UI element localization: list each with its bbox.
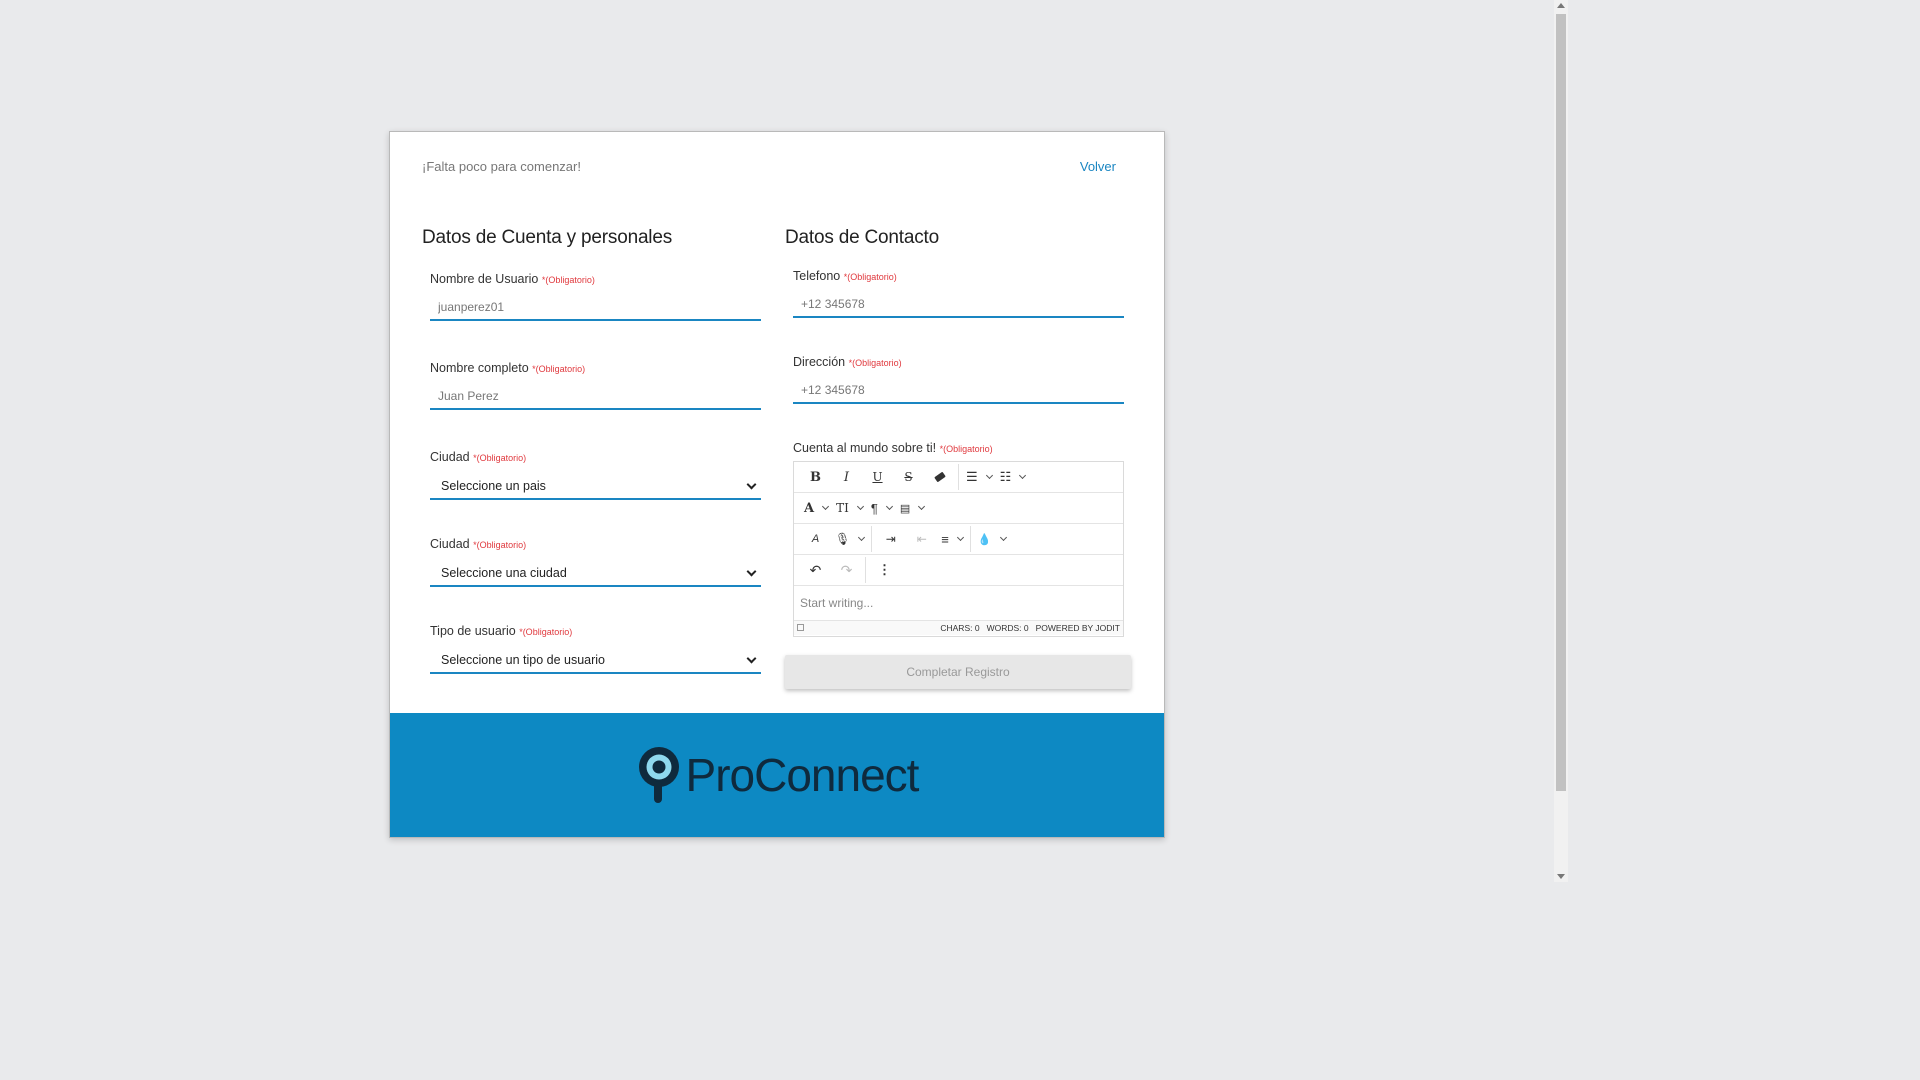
editor-toolbar-row-3: A 🎙 ⇥ ⇤ ≡ 💧 — [794, 524, 1123, 555]
contact-section: Datos de Contacto Telefono *(Obligatorio… — [785, 227, 1135, 689]
redo-icon[interactable]: ↷ — [831, 555, 862, 586]
bullet-list-icon[interactable]: ☰ — [962, 462, 996, 493]
editor-toolbar-row-2: A TI ¶ ▤ — [794, 493, 1123, 524]
editor-toolbar-row-1: B I U S ☰ ☷ — [794, 462, 1123, 493]
usertype-select[interactable]: Seleccione un tipo de usuario — [430, 648, 761, 674]
phone-label: Telefono — [793, 269, 841, 283]
required-marker: *(Obligatorio) — [519, 627, 573, 637]
editor-powered-by: POWERED BY JODIT — [1035, 623, 1120, 633]
username-label: Nombre de Usuario — [430, 272, 539, 286]
city-label: Ciudad — [430, 537, 470, 551]
indent-icon[interactable]: ⇥ — [875, 524, 906, 555]
strikethrough-icon[interactable]: S — [893, 462, 924, 493]
undo-icon[interactable]: ↶ — [800, 555, 831, 586]
about-label: Cuenta al mundo sobre ti! — [793, 441, 937, 455]
location-pin-icon — [638, 747, 679, 803]
city-select-value: Seleccione una ciudad — [441, 566, 567, 580]
usertype-select-value: Seleccione un tipo de usuario — [441, 653, 606, 667]
eraser-icon[interactable] — [924, 462, 955, 493]
country-label: Ciudad — [430, 450, 470, 464]
country-select[interactable]: Seleccione un pais — [430, 474, 761, 500]
editor-char-count: CHARS: 0 — [940, 623, 980, 633]
country-select-value: Seleccione un pais — [441, 479, 546, 493]
font-size-icon[interactable]: TI — [832, 493, 867, 524]
username-input[interactable] — [430, 295, 761, 321]
username-field: Nombre de Usuario *(Obligatorio) — [430, 272, 761, 321]
registration-card: ¡Falta poco para comenzar! Volver Datos … — [389, 131, 1165, 838]
required-marker: *(Obligatorio) — [532, 364, 586, 374]
brand-name: ProConnect — [685, 749, 920, 801]
italic-icon[interactable]: I — [831, 462, 862, 493]
phone-input[interactable] — [793, 292, 1124, 318]
required-marker: *(Obligatorio) — [541, 275, 595, 285]
proconnect-logo: ProConnect — [636, 745, 919, 805]
align-icon[interactable]: ≡ — [937, 524, 967, 555]
chevron-down-icon — [746, 653, 757, 663]
required-marker: *(Obligatorio) — [473, 540, 527, 550]
spellcheck-icon[interactable]: A — [800, 524, 831, 555]
numbered-list-icon[interactable]: ☷ — [996, 462, 1030, 493]
address-label: Dirección — [793, 355, 846, 369]
brand-footer: ProConnect — [390, 713, 1164, 837]
fullname-input[interactable] — [430, 384, 761, 410]
more-options-icon[interactable]: ⋮ — [869, 555, 900, 586]
chevron-down-icon — [746, 479, 757, 489]
scrollbar-thumb[interactable] — [1556, 14, 1566, 791]
editor-status-bar: CHARS: 0 WORDS: 0 POWERED BY JODIT — [794, 620, 1123, 635]
card-subtitle: ¡Falta poco para comenzar! — [422, 159, 581, 174]
address-field: Dirección *(Obligatorio) — [793, 355, 1124, 404]
resize-handle-icon[interactable] — [797, 624, 804, 631]
paragraph-icon[interactable]: ¶ — [867, 493, 896, 524]
complete-registration-button[interactable]: Completar Registro — [785, 655, 1131, 689]
page-scrollbar[interactable] — [1554, 0, 1568, 882]
color-drop-icon[interactable]: 💧 — [974, 524, 1010, 555]
scroll-down-icon[interactable] — [1557, 874, 1565, 879]
line-height-icon[interactable]: ▤ — [896, 493, 928, 524]
account-section: Datos de Cuenta y personales Nombre de U… — [422, 227, 762, 674]
editor-word-count: WORDS: 0 — [986, 623, 1029, 633]
fullname-field: Nombre completo *(Obligatorio) — [430, 361, 761, 410]
required-marker: *(Obligatorio) — [848, 358, 902, 368]
bold-icon[interactable]: B — [800, 462, 831, 493]
city-select[interactable]: Seleccione una ciudad — [430, 561, 761, 587]
editor-content-area[interactable]: Start writing... — [794, 586, 1123, 620]
required-marker: *(Obligatorio) — [843, 272, 897, 282]
rich-text-editor: B I U S ☰ ☷ A TI ¶ ▤ A 🎙 ⇥ ⇤ ≡ 💧 ↶ ↷ ⋮ S… — [793, 461, 1124, 637]
required-marker: *(Obligatorio) — [939, 444, 993, 454]
back-link[interactable]: Volver — [1080, 159, 1116, 174]
about-label-row: Cuenta al mundo sobre ti! *(Obligatorio) — [793, 441, 993, 455]
editor-toolbar-row-4: ↶ ↷ ⋮ — [794, 555, 1123, 586]
address-input[interactable] — [793, 378, 1124, 404]
contact-section-title: Datos de Contacto — [785, 227, 939, 248]
fullname-label: Nombre completo — [430, 361, 529, 375]
chevron-down-icon — [746, 566, 757, 576]
font-icon[interactable]: A — [800, 493, 832, 524]
microphone-icon[interactable]: 🎙 — [831, 524, 868, 555]
usertype-field: Tipo de usuario *(Obligatorio) Seleccion… — [430, 624, 761, 674]
usertype-label: Tipo de usuario — [430, 624, 516, 638]
phone-field: Telefono *(Obligatorio) — [793, 269, 1124, 318]
scroll-up-icon[interactable] — [1557, 3, 1565, 8]
outdent-icon[interactable]: ⇤ — [906, 524, 937, 555]
account-section-title: Datos de Cuenta y personales — [422, 227, 673, 248]
required-marker: *(Obligatorio) — [473, 453, 527, 463]
country-field: Ciudad *(Obligatorio) Seleccione un pais — [430, 450, 761, 500]
underline-icon[interactable]: U — [862, 462, 893, 493]
city-field: Ciudad *(Obligatorio) Seleccione una ciu… — [430, 537, 761, 587]
card-header: ¡Falta poco para comenzar! Volver — [422, 159, 1116, 174]
